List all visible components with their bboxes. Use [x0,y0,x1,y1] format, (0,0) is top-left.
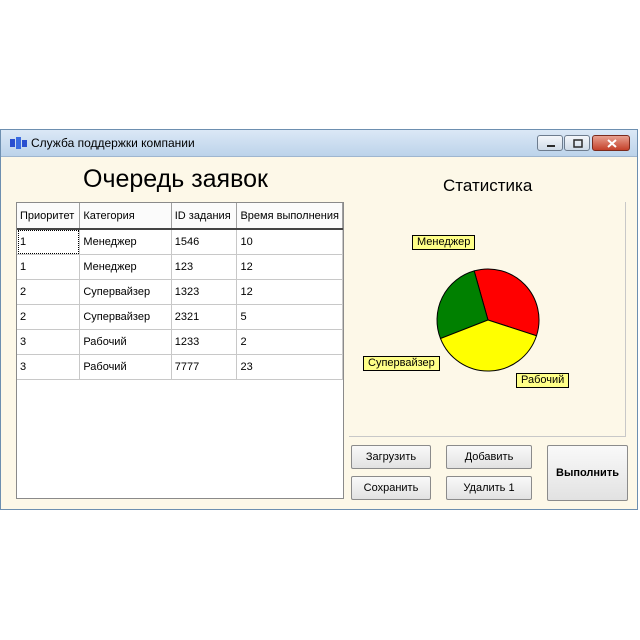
pie-label-manager: Менеджер [412,235,476,250]
save-button[interactable]: Сохранить [351,476,431,500]
table-row[interactable]: 2 Супервайзер 1323 12 [17,279,343,305]
table-row[interactable]: 2 Супервайзер 2321 5 [17,304,343,330]
window-title: Служба поддержки компании [31,136,195,150]
cell-task-id[interactable]: 1233 [171,329,238,355]
cell-category[interactable]: Супервайзер [79,304,172,330]
column-header-category[interactable]: Категория [79,203,172,230]
close-icon [607,139,617,148]
column-header-priority[interactable]: Приоритет [17,203,81,230]
cell-task-id[interactable]: 2321 [171,304,238,330]
run-button[interactable]: Выполнить [547,445,628,501]
cell-task-id[interactable]: 123 [171,254,238,280]
cell-priority[interactable]: 2 [17,279,81,305]
close-button[interactable] [592,135,630,151]
cell-priority[interactable]: 3 [17,329,81,355]
minimize-icon [547,145,555,147]
cell-category[interactable]: Менеджер [79,229,172,255]
column-header-task-id[interactable]: ID задания [171,203,238,230]
cell-priority[interactable]: 3 [17,354,81,380]
title-bar[interactable]: Служба поддержки компании [1,130,637,157]
maximize-icon [573,139,583,148]
table-row[interactable]: 1 Менеджер 123 12 [17,254,343,280]
column-header-duration[interactable]: Время выполнения [236,203,343,230]
maximize-button[interactable] [564,135,590,151]
cell-duration[interactable]: 23 [236,354,343,380]
cell-category[interactable]: Рабочий [79,329,172,355]
cell-duration[interactable]: 2 [236,329,343,355]
cell-category[interactable]: Рабочий [79,354,172,380]
load-button[interactable]: Загрузить [351,445,431,469]
cell-priority[interactable]: 1 [17,229,81,255]
cell-duration[interactable]: 12 [236,279,343,305]
queue-table[interactable]: Приоритет Категория ID задания Время вып… [16,202,344,499]
cell-task-id[interactable]: 7777 [171,354,238,380]
cell-duration[interactable]: 5 [236,304,343,330]
table-row[interactable]: 3 Рабочий 7777 23 [17,354,343,380]
pie-label-worker: Рабочий [516,373,570,388]
cell-category[interactable]: Менеджер [79,254,172,280]
cell-task-id[interactable]: 1546 [171,229,238,255]
cell-category[interactable]: Супервайзер [79,279,172,305]
pie-label-supervisor: Супервайзер [363,356,440,371]
queue-title: Очередь заявок [83,165,268,193]
cell-task-id[interactable]: 1323 [171,279,238,305]
add-button[interactable]: Добавить [446,445,532,469]
minimize-button[interactable] [537,135,563,151]
table-row[interactable]: 3 Рабочий 1233 2 [17,329,343,355]
table-header: Приоритет Категория ID задания Время вып… [17,203,343,230]
delete-button[interactable]: Удалить 1 [446,476,532,500]
category-pie-chart [436,268,540,372]
stats-title: Статистика [443,176,533,195]
cell-priority[interactable]: 2 [17,304,81,330]
cell-priority[interactable]: 1 [17,254,81,280]
cell-duration[interactable]: 10 [236,229,343,255]
app-icon [10,137,27,149]
stats-panel: Менеджер Супервайзер Рабочий [349,202,626,437]
cell-duration[interactable]: 12 [236,254,343,280]
table-row[interactable]: 1 Менеджер 1546 10 [17,229,343,255]
